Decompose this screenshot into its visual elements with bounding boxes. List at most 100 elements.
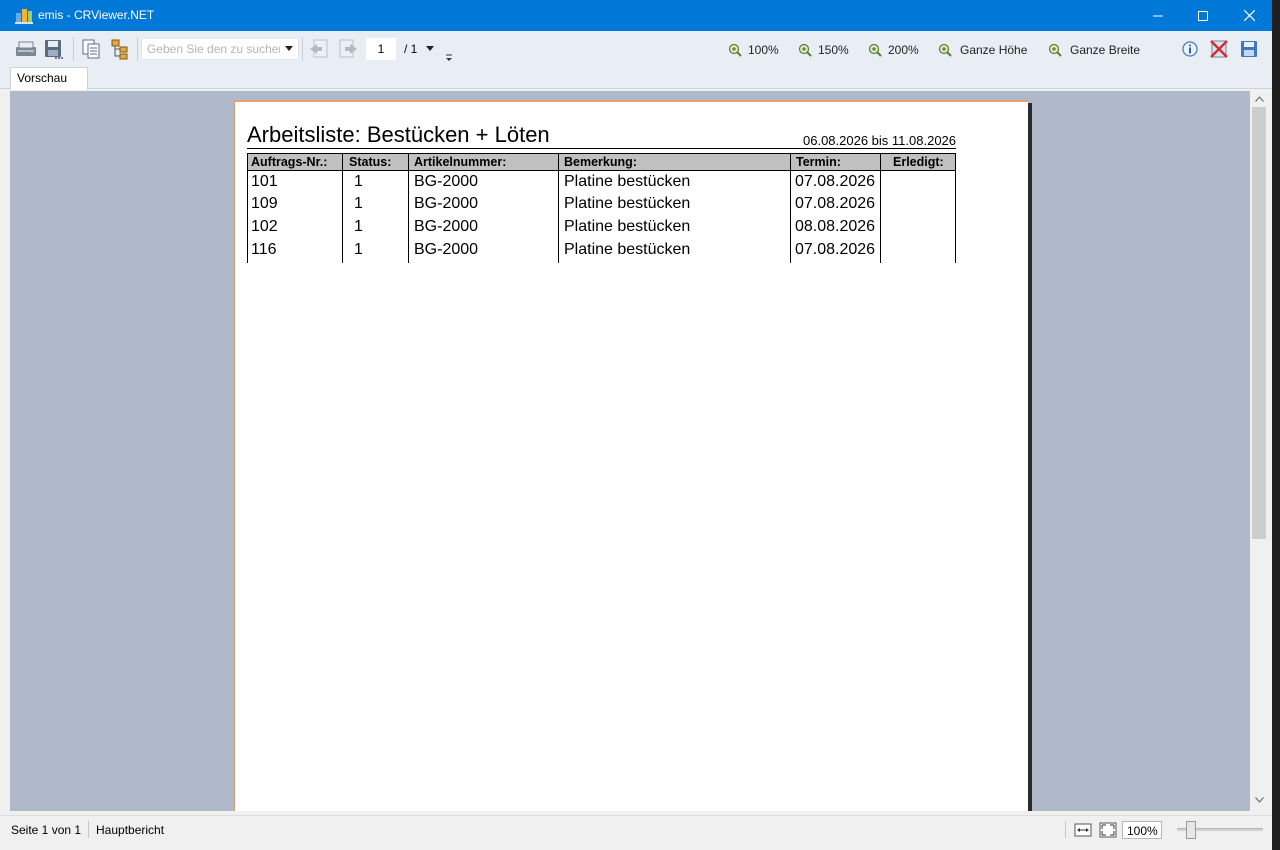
app-icon [15,9,33,24]
vertical-scrollbar[interactable] [1250,91,1269,811]
next-page-button[interactable] [336,37,360,61]
previous-page-icon [310,39,328,58]
info-icon [1182,41,1198,57]
toolbar: / 1 100% 150% 200% Ganze Höhe Ganze Brei… [0,31,1272,67]
table-row: 116 1 BG-2000 Platine bestücken 07.08.20… [247,239,956,262]
col-header-status: Status: [349,155,392,169]
search-input[interactable] [142,39,280,59]
close-report-icon [1210,40,1228,58]
cell-order: 101 [251,173,278,190]
page-info: Seite 1 von 1 [11,823,82,837]
close-button[interactable] [1226,0,1272,31]
report-title: Arbeitsliste: Bestücken + Löten [247,122,550,147]
zoom-full-height-button[interactable]: Ganze Höhe [938,39,1027,61]
cell-article: BG-2000 [414,241,479,258]
title-bar: emis - CRViewer.NET [0,0,1272,31]
report-page: Arbeitsliste: Bestücken + Löten 06.08.20… [234,100,1028,811]
export-button[interactable] [42,37,66,61]
save-button[interactable] [1237,37,1261,61]
report-name: Hauptbericht [96,823,165,837]
search-dropdown-icon[interactable] [285,46,293,51]
page-number-input[interactable] [366,38,396,60]
previous-page-button[interactable] [307,37,331,61]
minimize-button[interactable] [1135,0,1181,31]
cell-remark: Platine bestücken [564,173,691,190]
next-page-icon [339,39,357,58]
whole-page-icon[interactable] [1099,822,1117,838]
cell-date: 08.08.2026 [795,218,876,235]
search-field[interactable] [141,38,299,60]
tab-strip: Vorschau [0,67,1272,90]
cell-article: BG-2000 [414,195,479,212]
page-width-icon[interactable] [1074,822,1092,838]
cell-order: 116 [251,241,277,258]
zoom-100-label: 100% [748,43,779,57]
header-divider [342,154,343,170]
header-divider [558,154,559,170]
status-separator [88,821,89,838]
report-date-range: 06.08.2026 bis 11.08.2026 [803,133,957,148]
cell-remark: Platine bestücken [564,218,691,235]
group-tree-button[interactable] [109,37,133,61]
table-row: 101 1 BG-2000 Platine bestücken 07.08.20… [247,171,956,194]
toolbar-separator [302,37,303,61]
save-icon [1241,41,1257,57]
page-dropdown-icon[interactable] [426,46,434,51]
cell-date: 07.08.2026 [795,241,876,258]
zoom-100-button[interactable]: 100% [728,39,779,61]
export-icon [45,40,63,59]
cell-remark: Platine bestücken [564,195,691,212]
report-table-body: 101 1 BG-2000 Platine bestücken 07.08.20… [247,171,956,263]
info-button[interactable] [1178,37,1202,61]
zoom-full-height-label: Ganze Höhe [960,43,1028,57]
window-title: emis - CRViewer.NET [38,8,155,22]
toolbar-overflow-icon[interactable] [445,54,453,62]
page-total-label: / 1 [404,42,418,56]
printer-icon [16,41,36,56]
magnifier-icon [1048,43,1062,57]
group-tree-icon [111,39,128,60]
zoom-slider-thumb[interactable] [1186,821,1197,839]
zoom-full-width-label: Ganze Breite [1070,43,1141,57]
cell-status: 1 [354,173,363,190]
maximize-button[interactable] [1180,0,1226,31]
magnifier-icon [728,43,742,57]
app-window: emis - CRViewer.NET Geben Sie den zu suc… [0,0,1272,850]
col-header-order: Auftrags-Nr.: [251,155,328,169]
cell-status: 1 [354,195,363,212]
zoom-200-label: 200% [888,43,919,57]
zoom-150-button[interactable]: 150% [798,39,849,61]
title-underline [247,148,956,149]
cell-status: 1 [354,218,363,235]
cell-date: 07.08.2026 [795,195,876,212]
copy-button[interactable] [79,37,103,61]
status-separator [1065,821,1066,838]
tab-vorschau[interactable]: Vorschau [10,67,88,90]
zoom-200-button[interactable]: 200% [868,39,919,61]
scrollbar-thumb[interactable] [1252,107,1266,539]
report-table-header: Auftrags-Nr.: Status: Artikelnummer: Bem… [247,153,956,171]
close-report-button[interactable] [1207,37,1231,61]
copy-icon [82,39,100,59]
cell-date: 07.08.2026 [795,173,876,190]
col-header-article: Artikelnummer: [414,155,507,169]
zoom-full-width-button[interactable]: Ganze Breite [1048,39,1140,61]
cell-order: 109 [251,195,278,212]
header-divider [790,154,791,170]
zoom-level-input[interactable] [1122,821,1162,839]
scroll-up-icon[interactable] [1255,96,1264,102]
magnifier-icon [868,43,882,57]
print-button[interactable] [14,37,38,61]
cell-article: BG-2000 [414,173,479,190]
desktop-background [1272,0,1280,850]
status-bar: Seite 1 von 1 Hauptbericht [0,815,1272,843]
magnifier-icon [938,43,952,57]
scroll-down-icon[interactable] [1255,797,1264,803]
header-divider [880,154,881,170]
col-header-remark: Bemerkung: [564,155,637,169]
zoom-150-label: 150% [818,43,849,57]
minimize-icon [1153,15,1163,16]
toolbar-separator [137,37,138,61]
col-header-date: Termin: [796,155,841,169]
report-preview-area[interactable]: Arbeitsliste: Bestücken + Löten 06.08.20… [10,91,1269,811]
